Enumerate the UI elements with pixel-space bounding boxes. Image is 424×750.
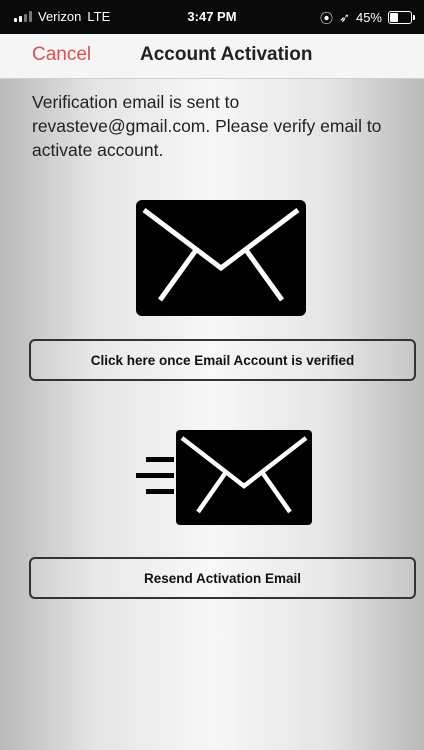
envelope-icon bbox=[136, 200, 306, 316]
resend-email-button[interactable]: Resend Activation Email bbox=[29, 557, 416, 599]
battery-level bbox=[390, 13, 399, 22]
battery-tip bbox=[413, 15, 415, 20]
send-envelope-icon bbox=[136, 430, 312, 525]
battery-percent: 45% bbox=[355, 10, 382, 25]
battery-icon bbox=[388, 11, 415, 24]
email-verified-button[interactable]: Click here once Email Account is verifie… bbox=[29, 339, 416, 381]
status-bar: Verizon LTE 3:47 PM ⦿ ➶ 45% bbox=[0, 0, 424, 34]
speed-line-top bbox=[146, 457, 174, 462]
navigation-bar: Cancel Account Activation bbox=[0, 34, 424, 79]
cancel-button[interactable]: Cancel bbox=[32, 44, 91, 66]
location-icon: ⦿ bbox=[320, 11, 334, 26]
page-title: Account Activation bbox=[140, 44, 313, 65]
speed-line-middle bbox=[136, 473, 174, 478]
app-screen: Verizon LTE 3:47 PM ⦿ ➶ 45% Cancel Accou… bbox=[0, 0, 424, 750]
status-right: ⦿ ➶ 45% bbox=[320, 8, 415, 27]
verification-message: Verification email is sent to revasteve@… bbox=[32, 92, 382, 160]
speed-line-bottom bbox=[146, 489, 174, 494]
navigation-arrow-icon: ➶ bbox=[339, 9, 350, 25]
